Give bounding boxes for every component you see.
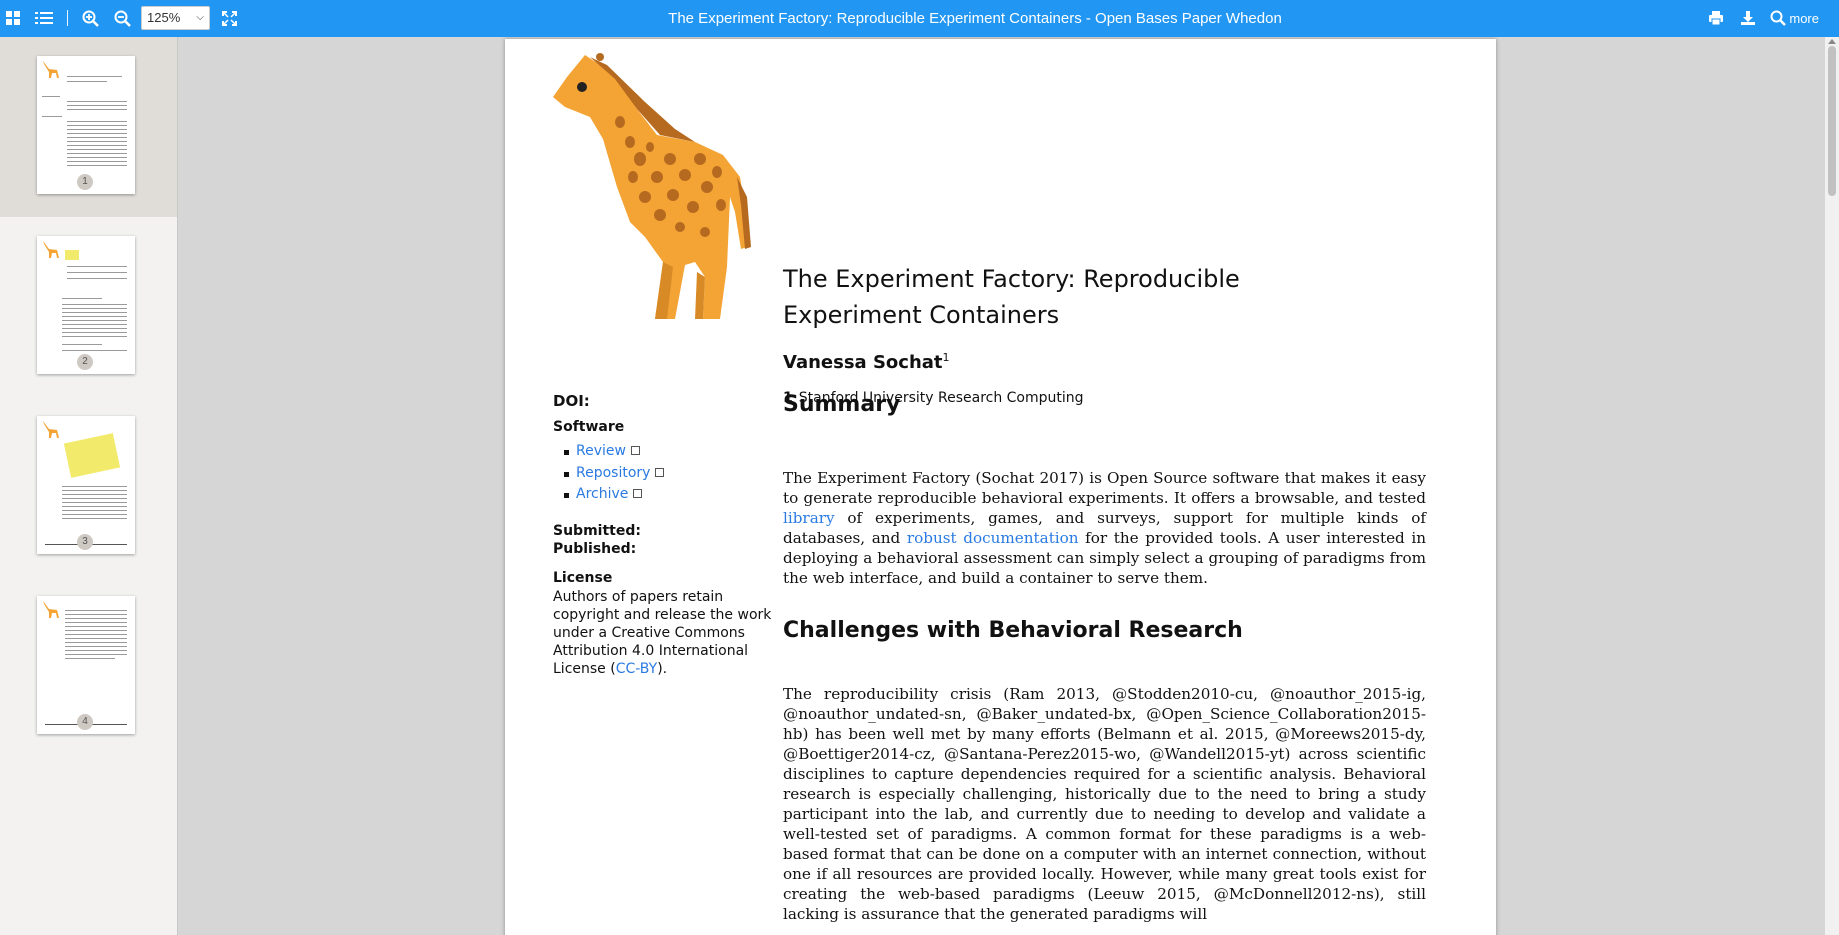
submitted-label: Submitted:: [553, 523, 641, 539]
summary-text-1: The Experiment Factory (Sochat 2017) is …: [783, 469, 1426, 507]
author-name: Vanessa Sochat1: [783, 351, 950, 373]
list-item: Review: [563, 443, 664, 465]
license-label: License: [553, 570, 613, 586]
chevron-down-icon: ⌵: [196, 12, 204, 23]
vertical-scrollbar[interactable]: [1825, 37, 1839, 935]
software-label: Software: [553, 419, 625, 435]
fullscreen-button[interactable]: [219, 8, 239, 28]
repository-link[interactable]: Repository: [576, 465, 650, 481]
list-item: Repository: [563, 465, 665, 487]
author-text: Vanessa Sochat: [783, 352, 943, 373]
robust-documentation-link[interactable]: robust documentation: [907, 529, 1079, 547]
page-thumbnail[interactable]: 4: [37, 596, 135, 734]
license-text: Authors of papers retain copyright and r…: [553, 588, 773, 678]
doi-label: DOI:: [553, 392, 590, 410]
list-icon: [35, 12, 53, 24]
outline-view-button[interactable]: [34, 8, 54, 28]
external-link-icon: [630, 446, 640, 455]
thumbnail-row[interactable]: 1: [0, 37, 177, 217]
print-button[interactable]: [1706, 8, 1726, 28]
search-icon: [1770, 10, 1786, 26]
page-thumbnail[interactable]: 1: [37, 56, 135, 194]
thumbnail-page-number: 1: [77, 174, 93, 190]
giraffe-logo: [553, 53, 751, 319]
expand-icon: [221, 10, 237, 26]
paper-title: The Experiment Factory: Reproducible Exp…: [783, 265, 1240, 329]
thumbnail-page-number: 4: [77, 714, 93, 730]
thumbnail-row[interactable]: 3: [0, 397, 177, 577]
zoom-in-button[interactable]: [80, 8, 100, 28]
zoom-in-icon: [82, 10, 99, 27]
print-icon: [1709, 11, 1723, 26]
document-title: The Experiment Factory: Reproducible Exp…: [668, 10, 1282, 27]
thumbnail-view-button[interactable]: [3, 8, 23, 28]
external-link-icon: [655, 467, 665, 477]
external-link-icon: [633, 489, 643, 498]
thumbnail-row[interactable]: 2: [0, 217, 177, 397]
summary-heading: Summary: [783, 392, 901, 417]
giraffe-icon: [43, 601, 59, 618]
list-item: Archive: [563, 486, 664, 508]
zoom-out-icon: [114, 10, 131, 27]
challenges-paragraph: The reproducibility crisis (Ram 2013, @S…: [783, 685, 1426, 923]
download-button[interactable]: [1738, 8, 1758, 28]
published-label: Published:: [553, 541, 637, 557]
summary-paragraph: The Experiment Factory (Sochat 2017) is …: [783, 468, 1426, 588]
giraffe-icon: [43, 421, 59, 438]
grid-icon: [6, 11, 20, 25]
toolbar: 125% ⌵ The Experiment Factory: Reproduci…: [0, 0, 1839, 37]
library-link[interactable]: library: [783, 509, 835, 527]
page-thumbnail[interactable]: 3: [37, 416, 135, 554]
license-text-post: ).: [657, 661, 668, 677]
thumbnail-page-number: 3: [77, 534, 93, 550]
cc-by-link[interactable]: CC-BY: [616, 661, 658, 677]
document-viewer[interactable]: The Experiment Factory: Reproducible Exp…: [178, 37, 1824, 935]
challenges-heading: Challenges with Behavioral Research: [783, 618, 1243, 643]
thumbnail-page-number: 2: [77, 354, 93, 370]
zoom-out-button[interactable]: [112, 8, 132, 28]
author-affil-sup: 1: [942, 351, 950, 364]
software-links: Review Repository Archive: [563, 443, 665, 508]
pdf-page: The Experiment Factory: Reproducible Exp…: [505, 39, 1496, 935]
thumbnail-row[interactable]: 4: [0, 577, 177, 757]
zoom-value: 125%: [147, 10, 181, 25]
scrollbar-thumb[interactable]: [1828, 46, 1836, 196]
download-icon: [1741, 11, 1755, 25]
review-link[interactable]: Review: [576, 443, 626, 459]
thumbnail-sidebar: 1 2 3 4: [0, 37, 178, 935]
zoom-select[interactable]: 125% ⌵: [141, 6, 210, 30]
search-button[interactable]: [1768, 8, 1788, 28]
scroll-up-icon[interactable]: [1828, 39, 1836, 44]
page-thumbnail[interactable]: 2: [37, 236, 135, 374]
toolbar-divider: [67, 10, 68, 26]
more-menu-button[interactable]: more: [1789, 0, 1819, 37]
giraffe-icon: [43, 61, 59, 78]
giraffe-icon: [43, 241, 59, 258]
archive-link[interactable]: Archive: [576, 486, 628, 502]
